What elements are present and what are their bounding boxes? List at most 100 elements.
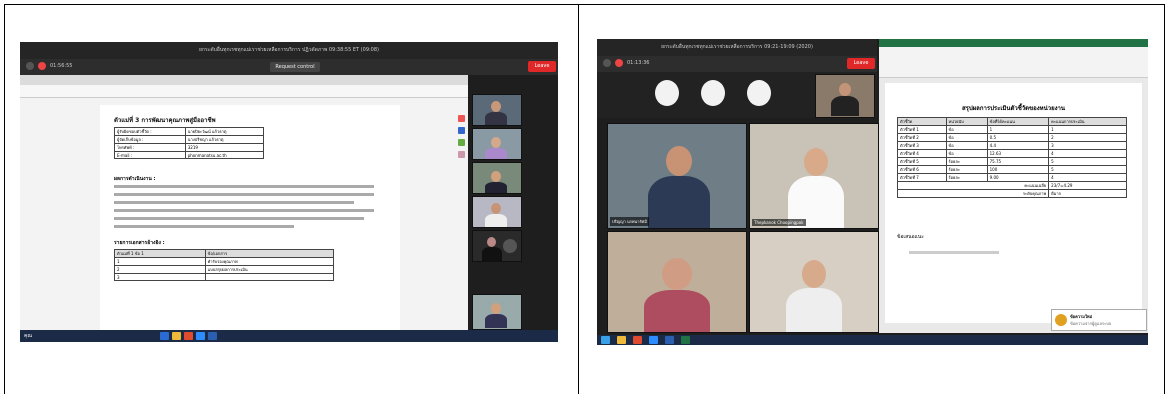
- zoom-titlebar: ยกระดับอื่นทุกเรชทุกแม่เราช่วยเหลือการบร…: [20, 42, 558, 59]
- request-control-button[interactable]: Request control: [270, 62, 320, 72]
- excel-ribbon: [879, 47, 1148, 78]
- cell[interactable]: ตัวชี้วัดที่ 7: [897, 173, 947, 182]
- leave-button[interactable]: Leave: [528, 61, 556, 72]
- cell[interactable]: 2: [1048, 133, 1127, 142]
- info-value: นางปรีชญา แก้วธาตุ: [184, 135, 265, 144]
- video-tile[interactable]: Thepkanok Choopingpok: [749, 123, 879, 229]
- shield-icon: [38, 62, 46, 70]
- ref-num: 1: [114, 257, 206, 266]
- video-tile[interactable]: [815, 74, 875, 118]
- windows-taskbar: [597, 335, 1148, 345]
- cell[interactable]: 100: [986, 165, 1050, 174]
- notification-toast[interactable]: ข้อความใหม่ ข้อความจากผู้ดูแลระบบ: [1051, 309, 1147, 331]
- result-value: ดีมาก: [1048, 189, 1127, 198]
- pdf-tool-icon[interactable]: [458, 115, 465, 122]
- folder-icon[interactable]: [617, 336, 626, 344]
- cell[interactable]: ร้อยละ: [945, 157, 988, 166]
- app-icon[interactable]: [633, 336, 642, 344]
- cell[interactable]: 75.75: [986, 157, 1050, 166]
- cell[interactable]: 4: [1048, 149, 1127, 158]
- folder-icon[interactable]: [172, 332, 181, 340]
- self-view-tile[interactable]: [472, 294, 522, 330]
- pdf-toolbar: [20, 85, 468, 98]
- browser-tabs: [20, 75, 468, 85]
- pdf-tool-icon[interactable]: [458, 139, 465, 146]
- zoom-icon[interactable]: [196, 332, 205, 340]
- video-tile[interactable]: [607, 231, 747, 333]
- word-icon[interactable]: [665, 336, 674, 344]
- participant-face: [491, 137, 501, 148]
- cell[interactable]: ตัวชี้วัดที่ 3: [897, 141, 947, 150]
- cell[interactable]: ตัวชี้วัดที่ 4: [897, 149, 947, 158]
- zoom-window-title: ยกระดับอื่นทุกเรชทุกแม่เราช่วยเหลือการบร…: [661, 44, 813, 50]
- right-zoom-screenshot: ยกระดับอื่นทุกเรชทุกแม่เราช่วยเหลือการบร…: [597, 39, 1148, 345]
- cell[interactable]: 4: [1048, 173, 1127, 182]
- text-line: [114, 201, 354, 204]
- text-line: [114, 225, 294, 228]
- zoom-titlebar: ยกระดับอื่นทุกเรชทุกแม่เราช่วยเหลือการบร…: [597, 39, 877, 56]
- video-tile[interactable]: [472, 94, 522, 126]
- video-tile[interactable]: [472, 196, 522, 228]
- cell[interactable]: ข้อ: [945, 125, 988, 134]
- section-label: ผลการดำเนินงาน :: [114, 176, 156, 182]
- avatar[interactable]: [747, 80, 771, 106]
- notification-icon: [1055, 314, 1067, 326]
- participant-body: [485, 182, 507, 193]
- avatar: [503, 239, 517, 253]
- leave-button[interactable]: Leave: [847, 58, 875, 69]
- participant-face: [487, 237, 496, 247]
- info-value: 3219: [184, 143, 265, 152]
- cell[interactable]: 9.00: [986, 173, 1050, 182]
- start-icon[interactable]: [601, 336, 610, 344]
- notification-title: ข้อความใหม่: [1070, 314, 1093, 319]
- cell[interactable]: 4.4: [986, 141, 1050, 150]
- zoom-window-title: ยกระดับอื่นทุกเรชทุกแม่เราช่วยเหลือการบร…: [199, 47, 379, 53]
- cell[interactable]: 3: [1048, 141, 1127, 150]
- ref-num: 2: [114, 265, 206, 274]
- info-key: ผู้รับผิดชอบตัวชี้วัด :: [114, 127, 186, 136]
- info-table: ผู้รับผิดชอบตัวชี้วัด : นายปิยะวัฒน์ แก้ว…: [114, 127, 265, 159]
- video-tile[interactable]: [749, 231, 879, 333]
- avatar[interactable]: [701, 80, 725, 106]
- cell[interactable]: ร้อยละ: [945, 165, 988, 174]
- pdf-tool-icon[interactable]: [458, 151, 465, 158]
- cell[interactable]: ข้อ: [945, 149, 988, 158]
- taskbar-label: คุณ: [24, 333, 32, 339]
- cell[interactable]: ตัวชี้วัดที่ 6: [897, 165, 947, 174]
- participant-body: [831, 96, 859, 116]
- cell[interactable]: 1: [986, 125, 1050, 134]
- result-label: ระดับคุณภาพ: [896, 189, 1050, 198]
- cell[interactable]: ตัวชี้วัดที่ 2: [897, 133, 947, 142]
- cell[interactable]: ตัวชี้วัดที่ 5: [897, 157, 947, 166]
- excel-icon[interactable]: [681, 336, 690, 344]
- participant-face: [802, 260, 826, 288]
- zoom-icon[interactable]: [649, 336, 658, 344]
- reference-table: ตัวแม่ที่ 1 ข้อ 1 ข้อ/เอกสาร 1 คำรับรองคุณ…: [114, 249, 335, 281]
- video-tile[interactable]: [472, 162, 522, 194]
- app-icon[interactable]: [184, 332, 193, 340]
- info-key: โทรศัพท์ :: [114, 143, 186, 152]
- app-icon[interactable]: [160, 332, 169, 340]
- cell[interactable]: 12.63: [986, 149, 1050, 158]
- video-tile-active-speaker[interactable]: ปริญญา นรพนารัศมี: [607, 123, 747, 229]
- excel-titlebar: [879, 39, 1148, 47]
- cell[interactable]: 5: [1048, 157, 1127, 166]
- video-tile[interactable]: [472, 230, 522, 262]
- cell[interactable]: ร้อยละ: [945, 173, 988, 182]
- cell[interactable]: 0.5: [986, 133, 1050, 142]
- recording-time: 01:13:36: [627, 60, 650, 66]
- word-icon[interactable]: [208, 332, 217, 340]
- participant-face: [839, 83, 851, 96]
- notification-body: ข้อความจากผู้ดูแลระบบ: [1070, 321, 1112, 326]
- cell[interactable]: ตัวชี้วัดที่ 1: [897, 125, 947, 134]
- video-tile[interactable]: [472, 128, 522, 160]
- cell[interactable]: 1: [1048, 125, 1127, 134]
- cell[interactable]: 5: [1048, 165, 1127, 174]
- pdf-tool-icon[interactable]: [458, 127, 465, 134]
- participant-body: [485, 214, 507, 227]
- cell[interactable]: ข้อ: [945, 141, 988, 150]
- cell[interactable]: ข้อ: [945, 133, 988, 142]
- avatar[interactable]: [655, 80, 679, 106]
- text-line: [114, 209, 374, 212]
- frame-top-border: [4, 4, 1165, 5]
